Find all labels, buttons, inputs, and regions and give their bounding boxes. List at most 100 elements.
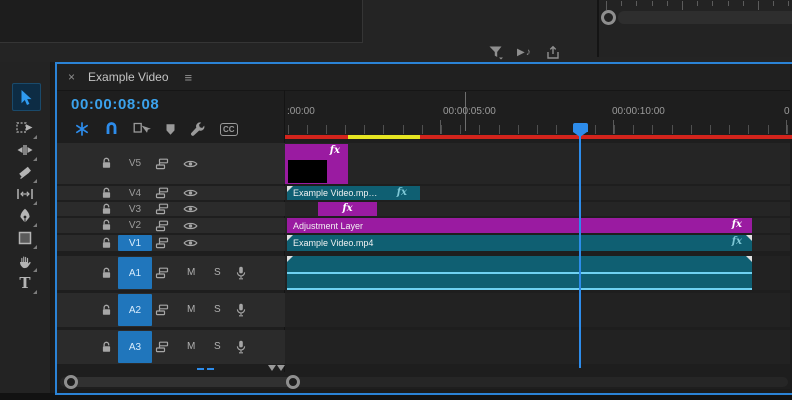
ruler-tick (556, 125, 557, 134)
track-header-v2: V2 (57, 218, 285, 233)
track-target-a2[interactable]: A2 (118, 294, 152, 326)
mini-ruler-tick (621, 1, 623, 6)
lock-icon[interactable] (101, 341, 112, 354)
slip-tool[interactable] (0, 182, 50, 206)
mini-ruler-tick (636, 1, 638, 6)
toggle-track-output-eye-icon[interactable] (183, 159, 198, 169)
ruler-tick (768, 125, 769, 134)
export-icon[interactable] (545, 45, 561, 60)
play-audio-icon[interactable]: ▶♪ (517, 47, 532, 58)
razor-tool[interactable] (0, 160, 50, 184)
v1-clip[interactable]: Example Video.mp4 fx (287, 235, 752, 251)
ruler-tick (326, 125, 327, 134)
captions-icon[interactable]: CC (220, 122, 238, 136)
mini-timeline-scroll-knob[interactable] (601, 10, 616, 25)
fx-badge: fx (329, 145, 340, 156)
track-target-v4[interactable]: V4 (118, 186, 152, 200)
fx-badge: fx (396, 187, 407, 198)
clip-out-corner (746, 235, 752, 241)
lock-icon[interactable] (101, 237, 112, 250)
v4-clip[interactable]: Example Video.mp… fx (287, 186, 420, 200)
solo-button[interactable]: S (214, 304, 221, 315)
add-marker-icon[interactable] (165, 123, 176, 136)
toggle-track-output-eye-icon[interactable] (183, 188, 198, 198)
lock-icon[interactable] (101, 203, 112, 216)
mute-button[interactable]: M (187, 304, 195, 315)
lock-icon[interactable] (101, 267, 112, 280)
selection-tool[interactable] (0, 83, 50, 111)
track-target-a3[interactable]: A3 (118, 331, 152, 363)
tab-close-icon[interactable]: × (68, 70, 75, 84)
sync-lock-icon[interactable] (155, 304, 169, 316)
voiceover-mic-icon[interactable] (236, 266, 246, 280)
linked-selection-icon[interactable] (133, 122, 151, 136)
timeline-settings-wrench-icon[interactable] (190, 121, 206, 137)
hand-tool[interactable] (0, 249, 50, 273)
filter-funnel-icon[interactable] (488, 44, 504, 60)
tab-title[interactable]: Example Video (88, 70, 169, 84)
playhead-timecode[interactable]: 00:00:08:08 (71, 96, 159, 113)
toggle-track-output-eye-icon[interactable] (183, 238, 198, 248)
v3-effect-clip[interactable]: fx (318, 202, 377, 216)
lock-icon[interactable] (101, 157, 112, 170)
v2-adjustment-layer-clip[interactable]: Adjustment Layer fx (287, 218, 752, 233)
sync-lock-icon[interactable] (155, 158, 169, 170)
track-target-a1[interactable]: A1 (118, 257, 152, 289)
track-select-forward-tool[interactable] (0, 116, 50, 140)
track-lane-a3[interactable] (285, 330, 790, 364)
solo-button[interactable]: S (214, 267, 221, 278)
track-target-v3[interactable]: V3 (118, 202, 152, 216)
audio-volume-line[interactable] (287, 272, 752, 274)
toggle-track-output-eye-icon[interactable] (183, 221, 198, 231)
sync-lock-icon[interactable] (155, 341, 169, 353)
sync-lock-icon[interactable] (155, 203, 169, 215)
track-lane-a2[interactable] (285, 293, 790, 327)
track-target-v1[interactable]: V1 (118, 235, 152, 251)
sync-lock-icon[interactable] (155, 267, 169, 279)
lock-icon[interactable] (101, 304, 112, 317)
playhead-line (579, 131, 581, 368)
voiceover-mic-icon[interactable] (236, 303, 246, 317)
mini-ruler-tick (666, 1, 668, 6)
track-lane-v5[interactable] (285, 143, 790, 184)
playhead-handle[interactable] (573, 123, 588, 132)
snap-icon[interactable] (104, 121, 119, 137)
pen-tool[interactable] (0, 204, 50, 228)
track-header-a2: A2 M S (57, 293, 285, 327)
mute-button[interactable]: M (187, 341, 195, 352)
toggle-track-output-eye-icon[interactable] (183, 204, 198, 214)
timeline-hscroll-thumb[interactable] (64, 377, 296, 387)
hscroll-right-knob[interactable] (286, 375, 300, 389)
a1-audio-clip[interactable] (287, 256, 752, 290)
lock-icon[interactable] (101, 219, 112, 232)
sync-lock-icon[interactable] (155, 187, 169, 199)
ruler-tick (383, 125, 384, 134)
ruler-tick (307, 125, 308, 134)
sync-lock-icon[interactable] (155, 220, 169, 232)
track-header-v4: V4 (57, 186, 285, 200)
nest-sequences-icon[interactable] (74, 121, 90, 137)
lock-icon[interactable] (101, 187, 112, 200)
track-target-v2[interactable]: V2 (118, 218, 152, 233)
mini-ruler-tick (727, 1, 729, 6)
mini-timeline-scrollbar[interactable] (618, 11, 792, 24)
mini-ruler-tick (742, 1, 744, 6)
header-scrollbar-dash[interactable] (207, 368, 214, 370)
ruler-tick (499, 125, 500, 134)
v5-effect-clip[interactable]: fx (285, 144, 348, 184)
timeline-ruler[interactable] (285, 90, 792, 123)
track-target-v5[interactable]: V5 (118, 155, 152, 173)
voiceover-mic-icon[interactable] (236, 340, 246, 354)
track-header-resize-icon[interactable] (268, 365, 285, 371)
sync-lock-icon[interactable] (155, 237, 169, 249)
type-tool[interactable]: T (0, 271, 50, 295)
solo-button[interactable]: S (214, 341, 221, 352)
ripple-edit-tool[interactable] (0, 138, 50, 162)
ruler-tick (595, 125, 596, 134)
panel-menu-icon[interactable]: ≡ (185, 70, 193, 85)
hscroll-left-knob[interactable] (64, 375, 78, 389)
ruler-tick (518, 125, 519, 134)
rectangle-tool[interactable] (0, 226, 50, 250)
mute-button[interactable]: M (187, 267, 195, 278)
header-scrollbar-dash[interactable] (197, 368, 204, 370)
